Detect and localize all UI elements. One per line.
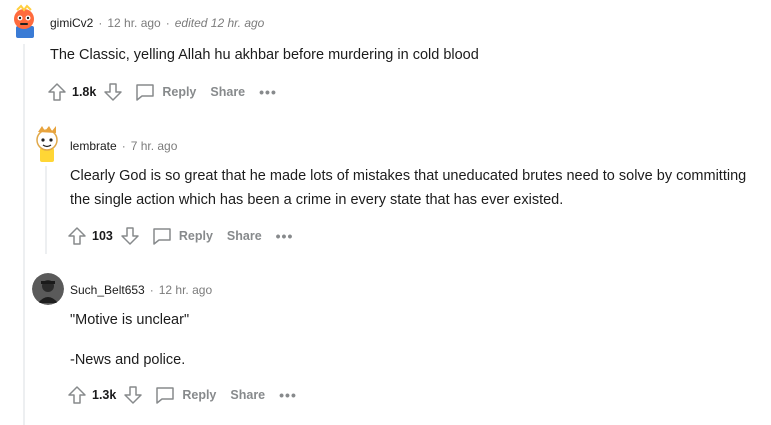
comment-thread: gimiCv2 · 12 hr. ago · edited 12 hr. ago… [0, 0, 771, 425]
reply-button[interactable]: Reply [154, 384, 216, 406]
more-options-icon[interactable]: ••• [279, 387, 297, 403]
downvote-icon[interactable] [122, 384, 144, 406]
comment-paragraph: -News and police. [70, 352, 186, 368]
comment-meta: Such_Belt653 · 12 hr. ago [70, 283, 212, 297]
upvote-icon[interactable] [66, 384, 88, 406]
author-link[interactable]: Such_Belt653 [70, 283, 145, 297]
comment-paragraph: "Motive is unclear" [70, 312, 190, 328]
comment-actions: 1.3k Reply Share ••• [66, 383, 297, 407]
reply-label: Reply [182, 388, 217, 402]
photo-avatar-icon[interactable] [32, 273, 64, 305]
separator: · [149, 283, 154, 297]
comment-body: "Motive is unclear" -News and police. [70, 308, 760, 372]
comment-bubble-icon [156, 387, 175, 404]
comment: Such_Belt653 · 12 hr. ago "Motive is unc… [0, 0, 771, 425]
timestamp[interactable]: 12 hr. ago [159, 283, 212, 297]
share-button[interactable]: Share [230, 388, 265, 402]
vote-count: 1.3k [92, 388, 117, 402]
